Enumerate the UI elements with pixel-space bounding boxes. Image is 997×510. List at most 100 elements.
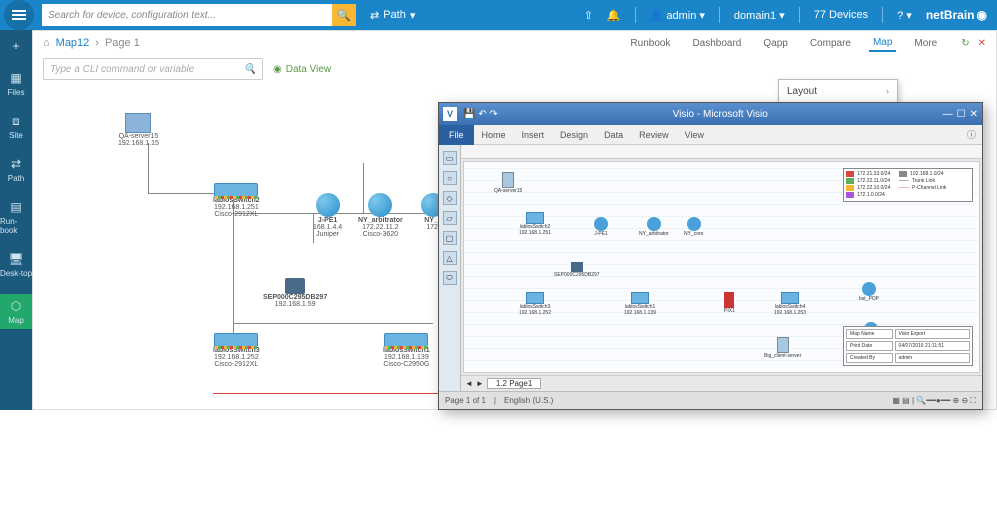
vdev-sep[interactable]: SEP000C295DB297 [554,262,600,278]
ribbon-file[interactable]: File [439,125,474,145]
page-prev[interactable]: ◄ [465,379,473,388]
device-jpe1[interactable]: J-PE1 168.1.4.4 Juniper [313,193,342,238]
tab-map[interactable]: Map [869,35,896,52]
qat-undo-icon[interactable]: ↶ [478,109,486,120]
sidebar-add[interactable]: + [8,38,24,54]
page-next[interactable]: ► [476,379,484,388]
vdev-big[interactable]: Big_client-server [764,337,801,359]
desktop-icon: 🖥 [8,251,24,267]
tab-compare[interactable]: Compare [806,36,855,51]
ribbon-help-icon[interactable]: ⓘ [967,128,982,141]
ribbon-data[interactable]: Data [596,130,631,140]
cli-input[interactable]: Type a CLI command or variable 🔍 [43,58,263,80]
tab-dashboard[interactable]: Dashboard [688,36,745,51]
ribbon-home[interactable]: Home [474,130,514,140]
maximize-icon[interactable]: ☐ [957,109,966,120]
sidebar-desktop[interactable]: 🖥Desk-top [0,251,32,278]
chevron-right-icon: › [886,86,889,96]
shape-stencil[interactable]: ▭ [443,151,457,165]
sidebar: + ▦Files ⧈Site ⇄Path ▤Run-book 🖥Desk-top… [0,30,32,410]
home-icon[interactable]: ⌂ [43,37,50,49]
shape-stencil[interactable]: ▢ [443,231,457,245]
global-search-input[interactable]: Search for device, configuration text... [42,4,332,26]
shape-stencil[interactable]: ▱ [443,211,457,225]
search-icon[interactable]: 🔍 [244,64,256,75]
tab-qapp[interactable]: Qapp [759,36,791,51]
vdev-sw4[interactable]: lablosSwitch4192.168.1.253 [774,292,806,316]
path-icon: ⇄ [8,156,24,172]
router-icon [316,193,340,217]
share-icon[interactable]: ⇧ [584,9,593,22]
device-sep[interactable]: SEP000C295DB297 192.168.1.59 [263,278,327,308]
breadcrumb-page[interactable]: Page 1 [105,37,140,49]
ribbon-insert[interactable]: Insert [514,130,553,140]
shape-stencil[interactable]: △ [443,251,457,265]
runbook-icon: ▤ [8,199,24,215]
device-ny-arbitrator[interactable]: NY_arbitrator 172.22.11.2 Cisco-3620 [358,193,403,238]
vdev-sw3[interactable]: lablosSwitch3192.168.1.252 [519,292,551,316]
domain-menu[interactable]: domain1 ▾ [734,9,785,22]
bell-icon[interactable]: 🔔 [607,9,621,22]
vdev-pix[interactable]: PIX1 [724,292,735,314]
close-icon[interactable]: ✕ [970,109,978,120]
user-menu[interactable]: 👤 admin ▾ [650,9,705,22]
ribbon-view[interactable]: View [677,130,712,140]
close-icon[interactable]: ✕ [978,38,986,49]
phone-icon [285,278,305,294]
visio-app-icon: V [443,107,457,121]
path-button[interactable]: ⇄ Path ▾ [370,9,415,22]
shape-stencil[interactable]: ◇ [443,191,457,205]
sidebar-site[interactable]: ⧈Site [8,113,24,140]
qat-redo-icon[interactable]: ↷ [489,109,497,120]
visio-drawing-canvas[interactable]: 172.21.33.0/24 192.168.1.0/24 172.22.11.… [463,161,980,373]
device-switch1[interactable]: lablosSwitch1 192.168.1.139 Cisco-C2950G [383,333,430,368]
shape-stencil[interactable]: ○ [443,171,457,185]
sidebar-runbook[interactable]: ▤Run-book [0,199,32,235]
sidebar-map[interactable]: ⬡Map [0,294,32,329]
page-tab[interactable]: 1.2 Page1 [487,378,541,389]
visio-titlebar[interactable]: V 💾 ↶ ↷ Visio - Microsoft Visio — ☐ ✕ [439,103,982,125]
files-icon: ▦ [8,70,24,86]
status-lang[interactable]: English (U.S.) [504,396,553,405]
view-buttons[interactable]: ▦ ▤ | 🔍━━●━━ ⊕ ⊖ ⛶ [892,396,976,406]
visio-window: V 💾 ↶ ↷ Visio - Microsoft Visio — ☐ ✕ Fi… [438,102,983,410]
vdev-sw2[interactable]: lablosSwitch2192.168.1.251 [519,212,551,236]
vdev-nycore[interactable]: NY_core [684,217,703,237]
help-icon[interactable]: ? ▾ [897,9,912,22]
visio-statusbar: Page 1 of 1 | English (U.S.) ▦ ▤ | 🔍━━●━… [439,391,982,409]
visio-shapes-panel: ▭ ○ ◇ ▱ ▢ △ ⬭ [439,145,461,391]
switch-icon [384,333,428,347]
visio-ribbon: File Home Insert Design Data Review View… [439,125,982,145]
qat-save-icon[interactable]: 💾 [463,109,475,120]
refresh-icon[interactable]: ↻ [961,38,969,49]
view-tabs: Runbook Dashboard Qapp Compare Map More … [626,35,986,52]
sidebar-path[interactable]: ⇄Path [8,156,24,183]
breadcrumb-map[interactable]: Map12 [56,37,90,49]
vdev-bstpop[interactable]: bst_POP [859,282,879,302]
ribbon-design[interactable]: Design [552,130,596,140]
router-icon [368,193,392,217]
vdev-jpe1[interactable]: J-PE1 [594,217,608,237]
switch-icon [214,333,258,347]
ribbon-review[interactable]: Review [631,130,677,140]
vdev-nyarb[interactable]: NY_arbitrator [639,217,669,237]
menu-layout[interactable]: Layout› [779,80,897,102]
minimize-icon[interactable]: — [943,109,953,120]
tab-runbook[interactable]: Runbook [626,36,674,51]
vdev-sw1[interactable]: lablosSwitch1192.168.1.139 [624,292,656,316]
device-switch2[interactable]: lablosSwitch2 192.168.1.251 Cisco-2912XL [213,183,260,218]
vdev-qa[interactable]: QA-server15 [494,172,522,194]
path-label: Path [383,9,406,21]
devices-count[interactable]: 77 Devices [814,9,868,21]
status-page: Page 1 of 1 [445,396,486,405]
sidebar-files[interactable]: ▦Files [8,70,25,97]
hamburger-menu[interactable] [4,0,34,30]
visio-ruler [461,145,982,159]
search-button[interactable]: 🔍 [332,4,356,26]
device-switch3[interactable]: lablosSwitch3 192.168.1.252 Cisco-2912XL [213,333,260,368]
device-qa-server[interactable]: QA-server15 192.168.1.15 [118,113,159,147]
site-icon: ⧈ [8,113,24,129]
shape-stencil[interactable]: ⬭ [443,271,457,285]
tab-more[interactable]: More [910,36,941,51]
data-view-toggle[interactable]: ◉ Data View [273,64,331,75]
